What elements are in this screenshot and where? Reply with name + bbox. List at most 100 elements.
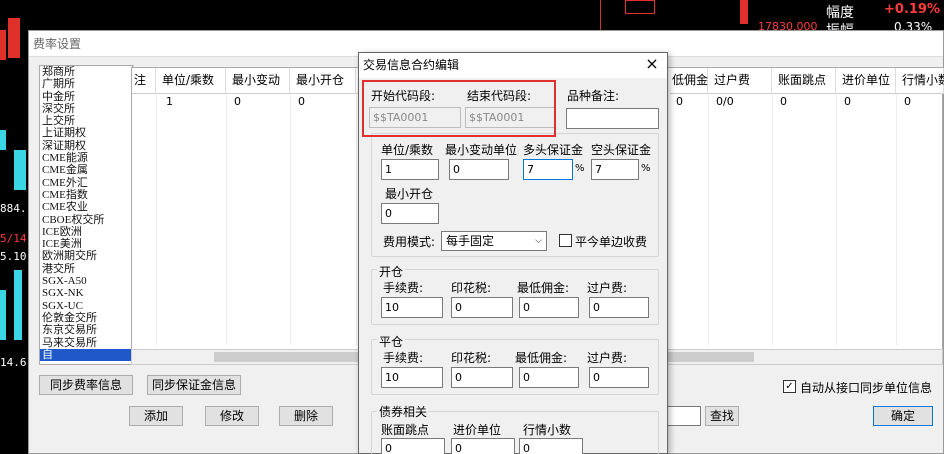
- column-header[interactable]: 低佣金: [670, 68, 708, 94]
- exchange-item[interactable]: SGX-NK: [40, 287, 132, 299]
- column-header[interactable]: 最小开仓: [290, 68, 356, 94]
- long-margin-field[interactable]: 7: [523, 159, 573, 180]
- chart-box: [625, 0, 655, 14]
- exchange-item[interactable]: 上证期权: [40, 127, 132, 139]
- cell-transfer: 0/0: [716, 95, 734, 108]
- min-comm-label: 最低佣金:: [515, 351, 568, 365]
- exchange-item[interactable]: 中金所: [40, 91, 132, 103]
- edit-dialog-title: 交易信息合约编辑: [359, 53, 667, 78]
- exchange-item[interactable]: CME外汇: [40, 177, 132, 189]
- price-label: 5/14: [0, 232, 27, 245]
- exchange-item[interactable]: CME能源: [40, 152, 132, 164]
- chart-bar: [0, 130, 6, 150]
- transfer-label: 过户费:: [587, 281, 628, 295]
- remark-field[interactable]: [566, 108, 659, 129]
- cell-unit: 1: [166, 95, 173, 108]
- sync-margin-button[interactable]: 同步保证金信息: [147, 375, 241, 395]
- exchange-item[interactable]: SGX-UC: [40, 300, 132, 312]
- sync-fee-button[interactable]: 同步费率信息: [39, 375, 133, 395]
- column-header[interactable]: 最小变动: [226, 68, 290, 94]
- delete-button[interactable]: 删除: [279, 406, 333, 426]
- exchange-item[interactable]: 港交所: [40, 263, 132, 275]
- min-change-label: 最小变动单位: [445, 143, 518, 157]
- column-header[interactable]: 账面跳点: [772, 68, 836, 94]
- exchange-item[interactable]: 上交所: [40, 115, 132, 127]
- close-single-label: 平今单边收费: [575, 235, 648, 249]
- column-header[interactable]: 注: [132, 68, 156, 94]
- acct-tick-field[interactable]: 0: [381, 438, 445, 454]
- exchange-item[interactable]: ICE欧洲: [40, 226, 132, 238]
- exchange-item[interactable]: 自: [40, 348, 132, 362]
- exchange-item[interactable]: ICE美洲: [40, 238, 132, 250]
- jin-unit-field[interactable]: 0: [451, 438, 515, 454]
- column-header[interactable]: 单位/乘数: [156, 68, 226, 94]
- highlight-box: [362, 80, 556, 137]
- cell-jin-unit: 0: [844, 95, 851, 108]
- fee-mode-select[interactable]: 每手固定 ⌵: [441, 231, 547, 251]
- exchange-item[interactable]: 马来交易所: [40, 337, 132, 349]
- remark-label: 品种备注:: [567, 89, 620, 103]
- open-stamp-field[interactable]: 0: [451, 297, 513, 318]
- close-fee-field[interactable]: 10: [381, 367, 443, 388]
- modify-button[interactable]: 修改: [205, 406, 259, 426]
- exchange-item[interactable]: CME农业: [40, 201, 132, 213]
- exchange-item[interactable]: 东京交易所: [40, 324, 132, 336]
- search-button[interactable]: 查找: [705, 406, 739, 426]
- exchange-item[interactable]: 深交所: [40, 103, 132, 115]
- exchange-item[interactable]: SGX-A50: [40, 275, 132, 287]
- min-comm-label: 最低佣金:: [517, 281, 570, 295]
- exchange-item[interactable]: 广期所: [40, 78, 132, 90]
- fee-mode-value: 每手固定: [446, 234, 495, 248]
- fee-mode-label: 费用模式:: [383, 235, 436, 249]
- open-min-comm-field[interactable]: 0: [519, 297, 579, 318]
- open-fee-field[interactable]: 10: [381, 297, 443, 318]
- short-margin-field[interactable]: 7: [591, 159, 639, 180]
- min-change-field[interactable]: 0: [449, 159, 509, 180]
- price-label: 884.: [0, 202, 27, 215]
- chart-bar: [0, 30, 6, 60]
- close-min-comm-field[interactable]: 0: [519, 367, 579, 388]
- cell-acct-tick: 0: [780, 95, 787, 108]
- close-icon[interactable]: ×: [645, 56, 659, 72]
- close-single-checkbox[interactable]: [559, 234, 572, 247]
- auto-sync-label: 自动从接口同步单位信息: [800, 381, 933, 395]
- exchange-item[interactable]: 深证期权: [40, 140, 132, 152]
- hq-decimal-field[interactable]: 0: [519, 438, 583, 454]
- exchange-item[interactable]: CBOE权交所: [40, 214, 132, 226]
- cell-hq-decimal: 0: [904, 95, 911, 108]
- unit-label: 单位/乘数: [381, 143, 434, 157]
- exchange-list[interactable]: 郑商所 广期所 中金所 深交所 上交所 上证期权 深证期权 CME能源 CME金属 CME外汇 CM…: [39, 65, 133, 365]
- grid-line: [836, 95, 837, 345]
- exchange-item[interactable]: 郑商所: [40, 66, 132, 78]
- grid-line: [290, 95, 291, 345]
- grid-line: [356, 95, 357, 345]
- exchange-item[interactable]: 伦敦金交所: [40, 312, 132, 324]
- min-open-label: 最小开仓: [385, 187, 434, 201]
- add-button[interactable]: 添加: [129, 406, 183, 426]
- stamp-label: 印花税:: [451, 351, 492, 365]
- close-group-label: 平仓: [377, 333, 406, 350]
- ok-button[interactable]: 确定: [873, 406, 933, 426]
- close-stamp-field[interactable]: 0: [451, 367, 513, 388]
- long-margin-label: 多头保证金: [523, 143, 584, 157]
- open-transfer-field[interactable]: 0: [589, 297, 649, 318]
- grid-line: [896, 95, 897, 345]
- chart-bar: [740, 0, 748, 24]
- pct-label: %: [641, 163, 651, 174]
- chart-line: [600, 0, 601, 30]
- chart-bar: [14, 270, 22, 340]
- column-header[interactable]: 行情小数: [896, 68, 944, 94]
- auto-sync-checkbox[interactable]: ✓: [783, 380, 796, 393]
- exchange-item[interactable]: 欧洲期交所: [40, 250, 132, 262]
- min-open-field[interactable]: 0: [381, 203, 439, 224]
- stamp-label: 印花税:: [451, 281, 492, 295]
- transfer-label: 过户费:: [587, 351, 628, 365]
- column-header[interactable]: 进价单位: [836, 68, 896, 94]
- column-header[interactable]: 过户费: [708, 68, 772, 94]
- close-transfer-field[interactable]: 0: [589, 367, 649, 388]
- exchange-item[interactable]: CME指数: [40, 189, 132, 201]
- unit-field[interactable]: 1: [381, 159, 439, 180]
- acct-tick-label: 账面跳点: [381, 423, 430, 437]
- exchange-item[interactable]: CME金属: [40, 164, 132, 176]
- grid-line: [772, 95, 773, 345]
